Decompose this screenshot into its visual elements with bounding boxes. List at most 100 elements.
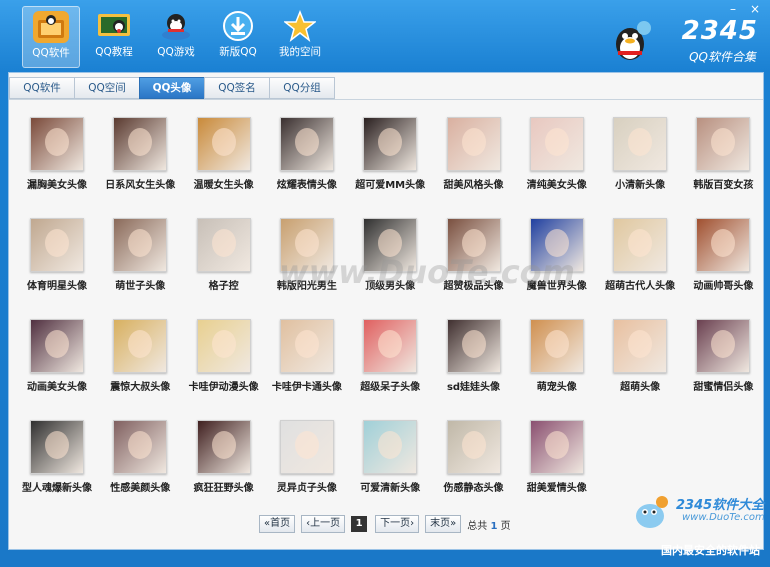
tab-qq-avatar[interactable]: QQ头像	[139, 77, 205, 99]
toolbar-qq-tutorial[interactable]: QQ教程	[86, 6, 142, 66]
avatar-item[interactable]: 萌世子头像	[98, 218, 182, 308]
avatar-thumbnail[interactable]	[30, 218, 84, 272]
avatar-thumbnail[interactable]	[446, 319, 501, 373]
download-icon	[220, 10, 256, 42]
avatar-thumbnail[interactable]	[30, 420, 84, 474]
toolbar-qq-game[interactable]: QQ游戏	[148, 6, 204, 66]
avatar-caption: 顶级男头像	[365, 281, 416, 292]
avatar-thumbnail[interactable]	[279, 117, 334, 171]
avatar-thumbnail[interactable]	[279, 319, 334, 373]
prev-page-button[interactable]: ‹上一页	[301, 515, 346, 533]
avatar-thumbnail[interactable]	[696, 319, 751, 373]
tab-qq-software[interactable]: QQ软件	[9, 77, 75, 99]
avatar-item[interactable]: sd娃娃头像	[432, 319, 516, 409]
avatar-face	[128, 229, 153, 257]
avatar-item[interactable]: 韩版阳光男生	[265, 218, 349, 308]
avatar-item[interactable]: 型人魂爆新头像	[15, 420, 99, 510]
avatar-item[interactable]: 超萌头像	[598, 319, 682, 409]
toolbar-new-qq[interactable]: 新版QQ	[210, 6, 266, 66]
avatar-item[interactable]: 温暖女生头像	[182, 117, 266, 207]
avatar-item[interactable]: 动画美女头像	[15, 319, 99, 409]
avatar-item[interactable]: 顶级男头像	[348, 218, 432, 308]
avatar-thumbnail[interactable]	[196, 319, 251, 373]
avatar-item[interactable]: 萌宠头像	[515, 319, 599, 409]
avatar-item[interactable]: 甜美风格头像	[432, 117, 516, 207]
avatar-item[interactable]: 格子控	[182, 218, 266, 308]
avatar-thumbnail[interactable]	[613, 319, 668, 373]
toolbar-my-space[interactable]: 我的空间	[272, 6, 328, 66]
tab-qq-signature[interactable]: QQ签名	[204, 77, 270, 99]
avatar-thumbnail[interactable]	[196, 218, 251, 272]
avatar-item[interactable]: 超可爱MM头像	[348, 117, 432, 207]
tab-divider	[9, 99, 763, 100]
avatar-thumbnail[interactable]	[113, 319, 168, 373]
tab-qq-group[interactable]: QQ分组	[269, 77, 335, 99]
last-page-button[interactable]: 末页»	[425, 515, 462, 533]
avatar-item[interactable]: 炫耀表情头像	[265, 117, 349, 207]
next-page-button[interactable]: 下一页›	[375, 515, 420, 533]
brand-subtitle: QQ软件合集	[689, 50, 756, 64]
avatar-thumbnail[interactable]	[363, 420, 418, 474]
avatar-caption: 甜蜜情侣头像	[693, 382, 754, 393]
avatar-thumbnail[interactable]	[363, 319, 418, 373]
avatar-item[interactable]: 超萌古代人头像	[598, 218, 682, 308]
avatar-caption: 伤感静态头像	[443, 483, 504, 494]
avatar-item[interactable]: 魔兽世界头像	[515, 218, 599, 308]
avatar-thumbnail[interactable]	[279, 218, 334, 272]
avatar-item[interactable]: 清纯美女头像	[515, 117, 599, 207]
avatar-face	[45, 128, 69, 156]
avatar-thumbnail[interactable]	[446, 117, 501, 171]
avatar-face	[211, 229, 236, 257]
avatar-thumbnail[interactable]	[613, 218, 668, 272]
avatar-thumbnail[interactable]	[113, 420, 168, 474]
avatar-item[interactable]: 卡哇伊卡通头像	[265, 319, 349, 409]
avatar-thumbnail[interactable]	[196, 420, 251, 474]
avatar-item[interactable]: 疯狂狂野头像	[182, 420, 266, 510]
avatar-item[interactable]: 震惊大叔头像	[98, 319, 182, 409]
avatar-thumbnail[interactable]	[529, 117, 584, 171]
avatar-thumbnail[interactable]	[529, 420, 584, 474]
avatar-thumbnail[interactable]	[196, 117, 251, 171]
avatar-thumbnail[interactable]	[696, 218, 751, 272]
tab-qq-space[interactable]: QQ空间	[74, 77, 140, 99]
avatar-thumbnail[interactable]	[279, 420, 334, 474]
avatar-thumbnail[interactable]	[30, 319, 84, 373]
avatar-item[interactable]: 性感美颜头像	[98, 420, 182, 510]
avatar-thumbnail[interactable]	[30, 117, 84, 171]
avatar-item[interactable]: 体育明星头像	[15, 218, 99, 308]
avatar-thumbnail[interactable]	[363, 117, 418, 171]
avatar-item[interactable]: 可爱清新头像	[348, 420, 432, 510]
avatar-thumbnail[interactable]	[529, 218, 584, 272]
avatar-caption: 震惊大叔头像	[110, 382, 171, 393]
qq-game-icon	[158, 10, 194, 42]
avatar-item[interactable]: 日系风女生头像	[98, 117, 182, 207]
avatar-item[interactable]: 超赞极品头像	[432, 218, 516, 308]
avatar-item[interactable]: 甜美爱情头像	[515, 420, 599, 510]
avatar-item[interactable]: 小清新头像	[598, 117, 682, 207]
avatar-item[interactable]: 卡哇伊动漫头像	[182, 319, 266, 409]
toolbar-qq-software[interactable]: QQ软件	[22, 6, 80, 68]
avatar-thumbnail[interactable]	[696, 117, 751, 171]
avatar-item[interactable]: 甜蜜情侣头像	[681, 319, 765, 409]
avatar-caption: 灵异贞子头像	[276, 483, 337, 494]
avatar-face	[544, 330, 569, 358]
avatar-caption: 萌世子头像	[115, 281, 166, 292]
avatar-thumbnail[interactable]	[113, 117, 168, 171]
avatar-item[interactable]: 韩版百变女孩	[681, 117, 765, 207]
avatar-thumbnail[interactable]	[446, 218, 501, 272]
avatar-thumbnail[interactable]	[529, 319, 584, 373]
avatar-item[interactable]: 漏胸美女头像	[15, 117, 99, 207]
avatar-thumbnail[interactable]	[446, 420, 501, 474]
avatar-item[interactable]: 超级呆子头像	[348, 319, 432, 409]
avatar-item[interactable]: 动画帅哥头像	[681, 218, 765, 308]
current-page[interactable]: 1	[351, 516, 368, 532]
avatar-item[interactable]: 灵异贞子头像	[265, 420, 349, 510]
avatar-thumbnail[interactable]	[363, 218, 418, 272]
avatar-face	[711, 128, 736, 156]
avatar-caption: 韩版阳光男生	[276, 281, 337, 292]
avatar-thumbnail[interactable]	[113, 218, 168, 272]
avatar-item[interactable]: 伤感静态头像	[432, 420, 516, 510]
first-page-button[interactable]: «首页	[259, 515, 296, 533]
avatar-thumbnail[interactable]	[613, 117, 668, 171]
pagination: «首页 ‹上一页 1 下一页› 末页» 总共 1 页	[259, 515, 511, 533]
